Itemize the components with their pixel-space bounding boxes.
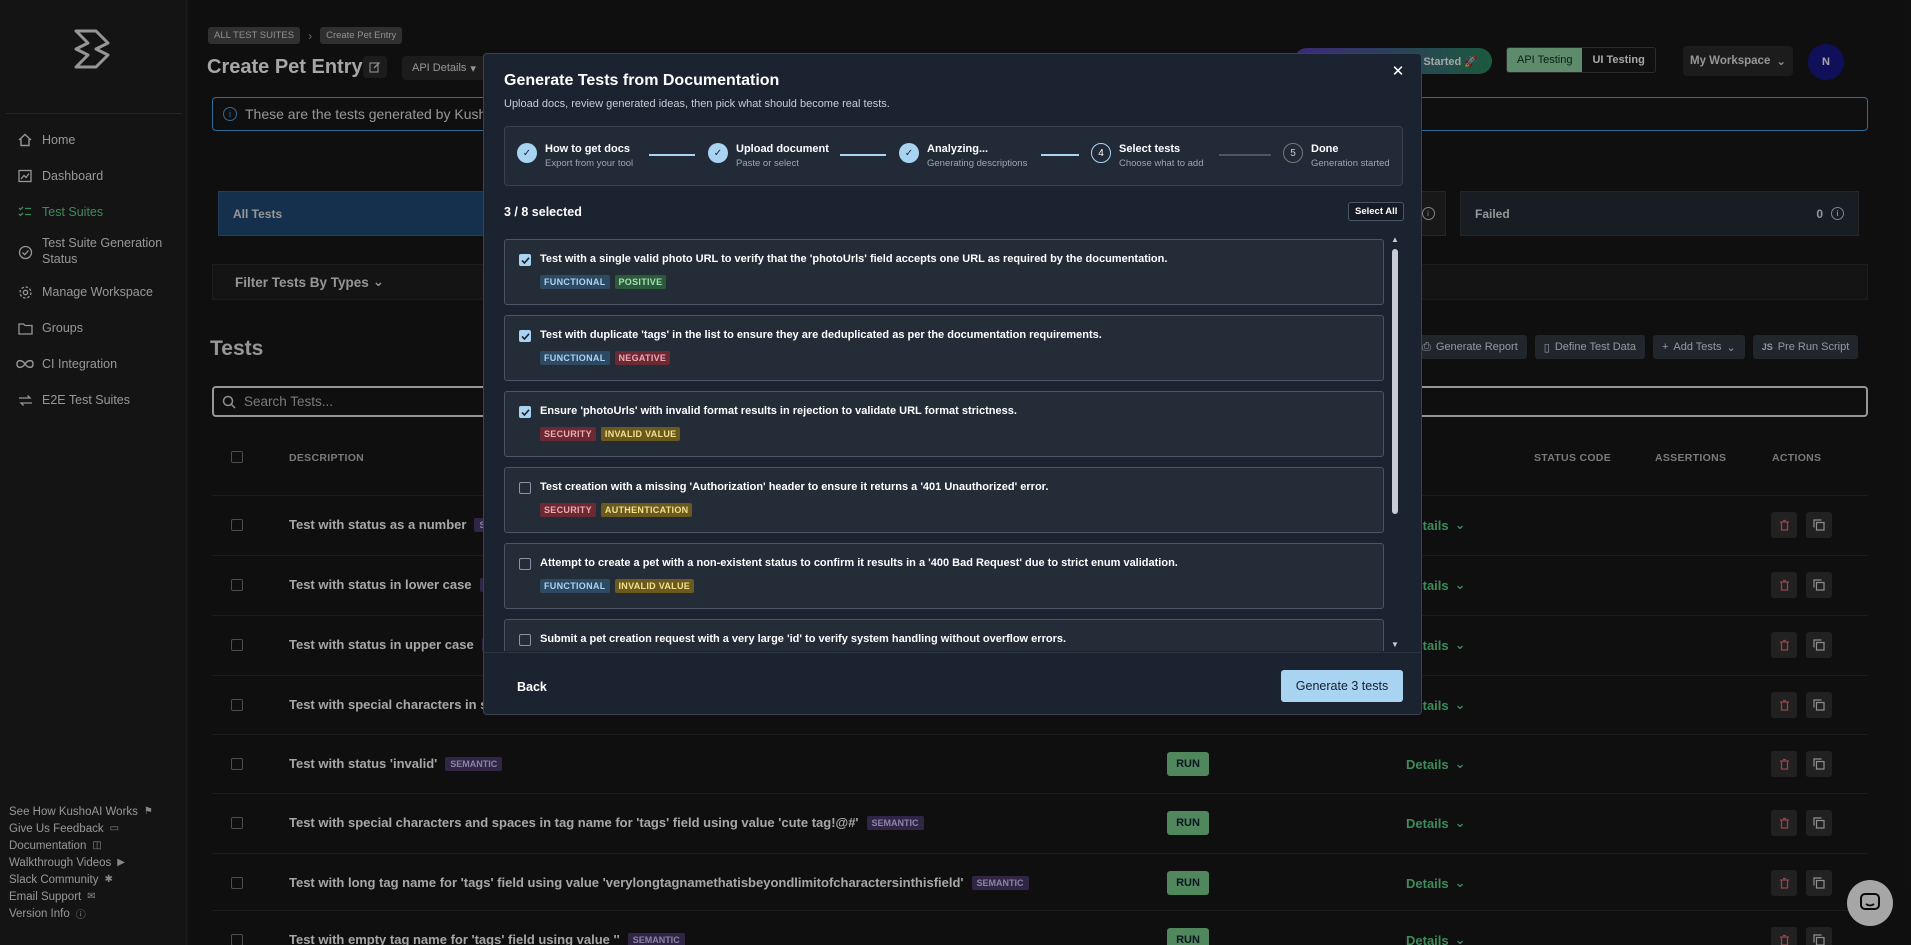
checkbox-checked[interactable] xyxy=(519,406,531,418)
step-how-to-get-docs: ✓ How to get docs Export from your tool xyxy=(517,143,633,169)
test-idea-text: Test creation with a missing 'Authorizat… xyxy=(540,481,1049,493)
step-select-tests: 4 Select tests Choose what to add xyxy=(1091,143,1204,169)
close-icon[interactable]: ✕ xyxy=(1390,64,1406,80)
tag-badge: AUTHENTICATION xyxy=(600,503,693,517)
modal-subtitle: Upload docs, review generated ideas, the… xyxy=(504,98,890,110)
step-number: 5 xyxy=(1283,143,1303,163)
check-icon xyxy=(520,332,530,340)
tag-list: SECURITY INVALID VALUE xyxy=(540,427,681,441)
test-idea-item[interactable]: Submit a pet creation request with a ver… xyxy=(504,619,1384,651)
tag-badge: INVALID VALUE xyxy=(600,427,681,441)
test-idea-text: Submit a pet creation request with a ver… xyxy=(540,633,1067,645)
step-connector xyxy=(649,154,695,156)
tag-list: FUNCTIONAL INVALID VALUE xyxy=(540,579,695,593)
tag-badge: FUNCTIONAL xyxy=(540,351,610,365)
scrollbar-thumb[interactable] xyxy=(1392,249,1398,514)
tag-badge: INVALID VALUE xyxy=(614,579,695,593)
select-all-button[interactable]: Select All xyxy=(1348,202,1405,221)
step-number: 4 xyxy=(1091,143,1111,163)
tag-list: FUNCTIONAL POSITIVE xyxy=(540,275,667,289)
check-icon xyxy=(520,408,530,416)
selected-count: 3 / 8 selected xyxy=(504,205,582,219)
test-idea-text: Test with a single valid photo URL to ve… xyxy=(540,253,1168,265)
tag-badge: POSITIVE xyxy=(614,275,667,289)
scroll-down-arrow[interactable]: ▼ xyxy=(1390,640,1400,649)
tag-badge: SECURITY xyxy=(540,427,596,441)
scroll-up-arrow[interactable]: ▲ xyxy=(1390,235,1400,244)
test-idea-text: Test with duplicate 'tags' in the list t… xyxy=(540,329,1102,341)
test-idea-text: Ensure 'photoUrls' with invalid format r… xyxy=(540,405,1017,417)
check-icon: ✓ xyxy=(899,143,919,163)
tag-badge: NEGATIVE xyxy=(614,351,671,365)
checkbox-checked[interactable] xyxy=(519,330,531,342)
step-connector xyxy=(1041,154,1079,156)
modal-footer-divider xyxy=(484,652,1421,653)
test-idea-item[interactable]: Test creation with a missing 'Authorizat… xyxy=(504,467,1384,533)
tag-badge: FUNCTIONAL xyxy=(540,579,610,593)
test-idea-item[interactable]: Ensure 'photoUrls' with invalid format r… xyxy=(504,391,1384,457)
step-upload-document: ✓ Upload document Paste or select xyxy=(708,143,829,169)
test-idea-item[interactable]: Test with duplicate 'tags' in the list t… xyxy=(504,315,1384,381)
step-connector xyxy=(1219,154,1271,156)
test-idea-item[interactable]: Attempt to create a pet with a non-exist… xyxy=(504,543,1384,609)
checkbox-unchecked[interactable] xyxy=(519,482,531,494)
step-done: 5 Done Generation started xyxy=(1283,143,1390,169)
tag-list: FUNCTIONAL NEGATIVE xyxy=(540,351,671,365)
test-idea-text: Attempt to create a pet with a non-exist… xyxy=(540,557,1178,569)
test-idea-item[interactable]: Test with a single valid photo URL to ve… xyxy=(504,239,1384,305)
modal-title: Generate Tests from Documentation xyxy=(504,72,780,89)
tag-badge: FUNCTIONAL xyxy=(540,275,610,289)
stepper: ✓ How to get docs Export from your tool ✓… xyxy=(504,126,1403,186)
check-icon: ✓ xyxy=(517,143,537,163)
checkbox-checked[interactable] xyxy=(519,254,531,266)
generate-tests-modal: Generate Tests from Documentation Upload… xyxy=(483,53,1422,715)
generate-tests-button[interactable]: Generate 3 tests xyxy=(1281,670,1403,702)
step-analyzing: ✓ Analyzing... Generating descriptions xyxy=(899,143,1027,169)
checkbox-unchecked[interactable] xyxy=(519,634,531,646)
check-icon xyxy=(520,256,530,264)
test-ideas-list[interactable]: Test with a single valid photo URL to ve… xyxy=(504,239,1384,651)
tag-badge: SECURITY xyxy=(540,503,596,517)
step-connector xyxy=(840,154,886,156)
check-icon: ✓ xyxy=(708,143,728,163)
tag-list: SECURITY AUTHENTICATION xyxy=(540,503,693,517)
back-button[interactable]: Back xyxy=(517,680,547,694)
checkbox-unchecked[interactable] xyxy=(519,558,531,570)
